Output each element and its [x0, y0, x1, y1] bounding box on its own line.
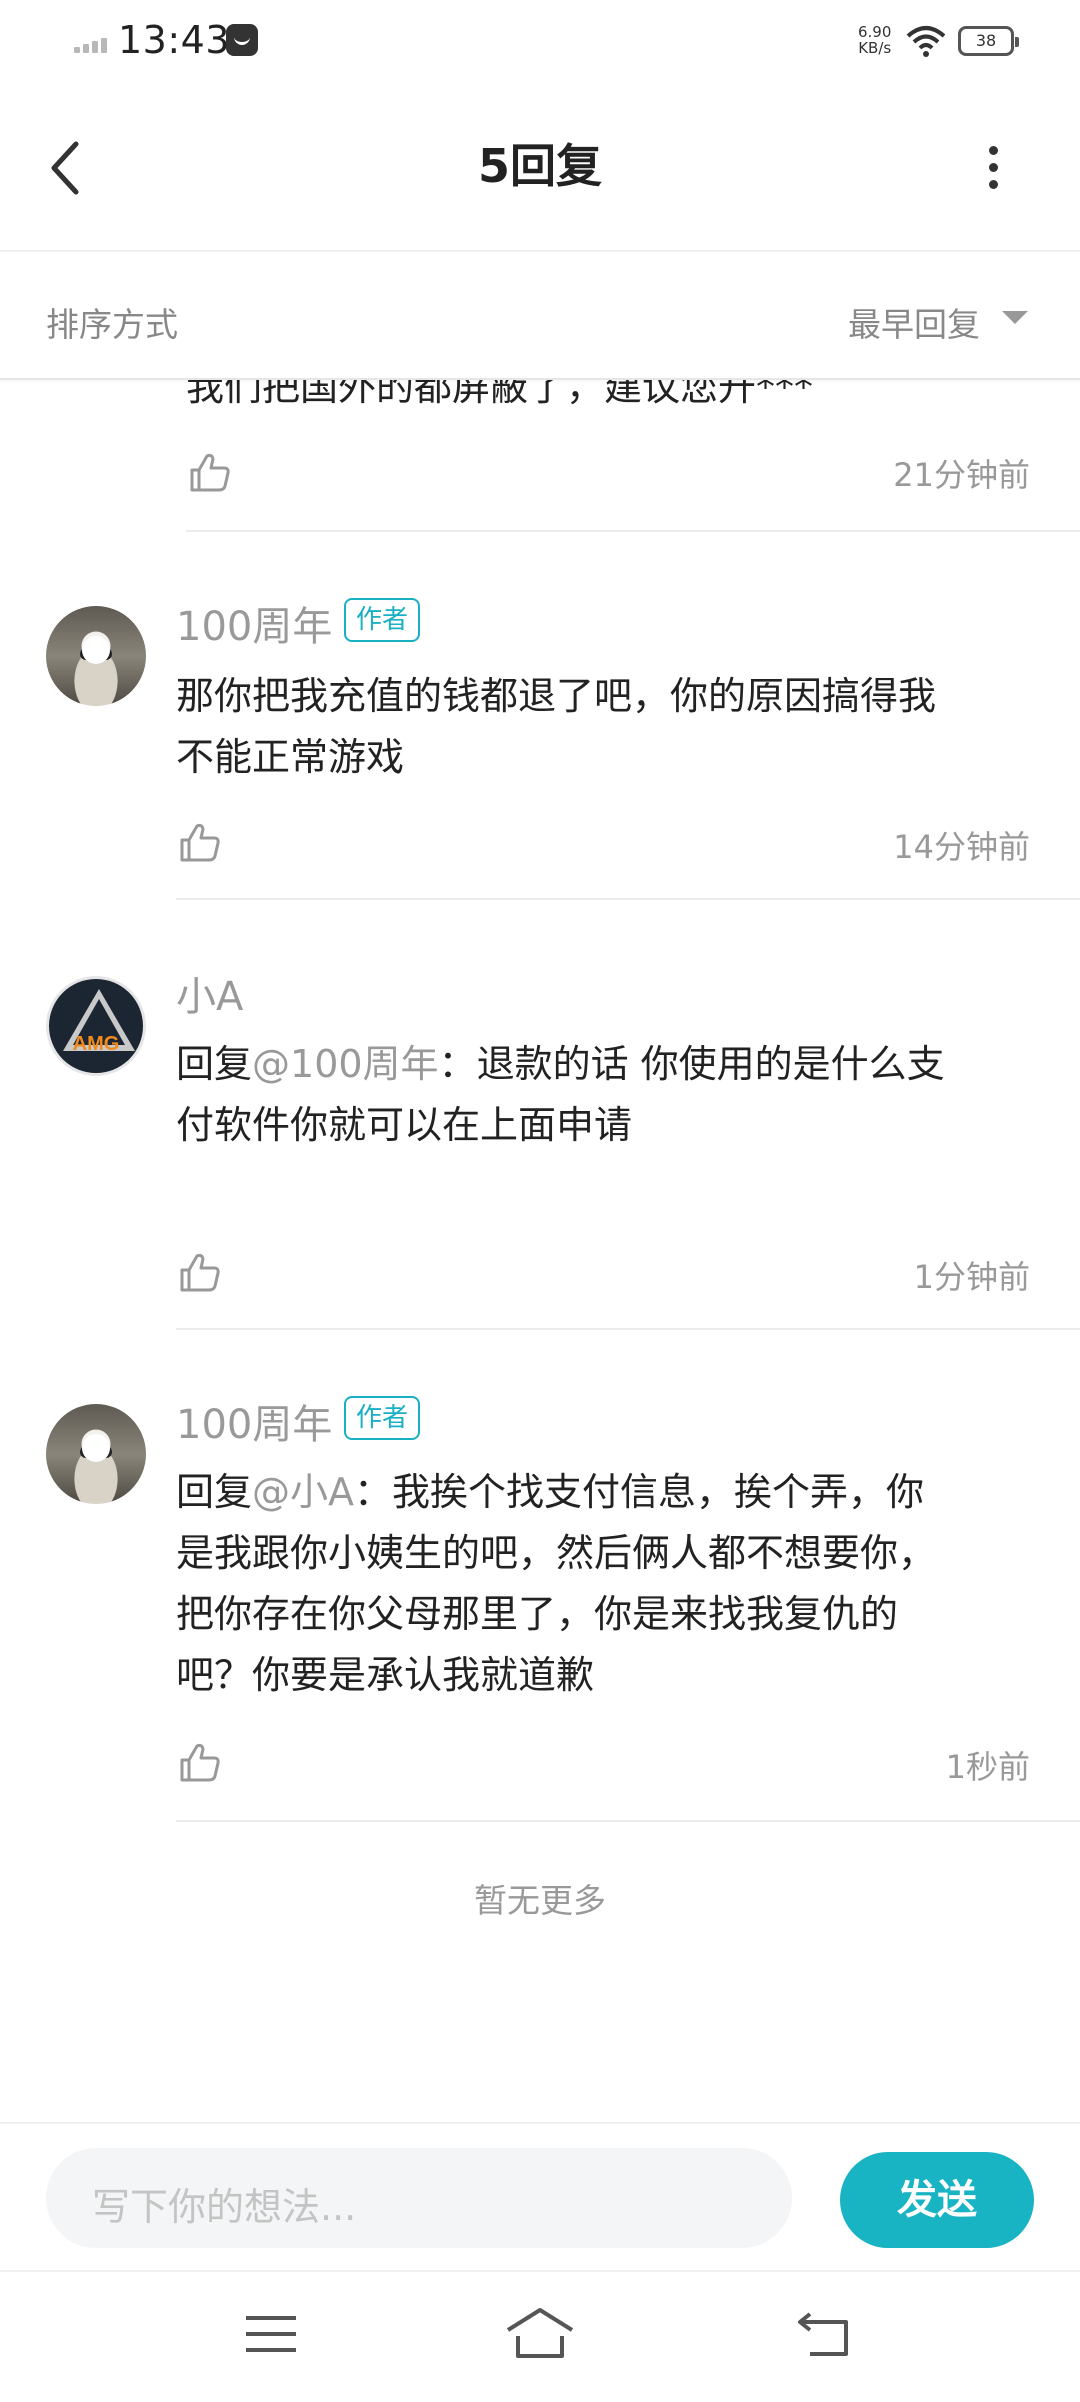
status-time: 13:43 — [118, 18, 231, 62]
reply-time: 1分钟前 — [913, 1258, 1030, 1296]
divider — [176, 1820, 1080, 1822]
reply-text-line: 不能正常游戏 — [176, 735, 405, 779]
mention-link[interactable]: @小A — [252, 1470, 354, 1514]
network-speed-value: 6.90 — [858, 23, 892, 41]
avatar-logo-text: AMG — [72, 1033, 120, 1055]
divider — [176, 898, 1080, 900]
dropdown-arrow-icon[interactable] — [1002, 311, 1028, 324]
divider — [176, 1328, 1080, 1330]
home-icon[interactable] — [504, 2306, 576, 2360]
reply-text-line: 吧？你要是承认我就道歉 — [176, 1653, 595, 1697]
message-notification-icon — [226, 24, 258, 56]
reply-text-rest: 退款的话 你使用的是什么支 — [476, 1042, 945, 1086]
more-options-icon[interactable] — [986, 146, 1000, 190]
comment-list[interactable]: 我们把国外的都屏蔽了，建议您升*** 21分钟前 100周年 作者 那你把我充值… — [0, 380, 1080, 2400]
back-nav-icon[interactable] — [796, 2308, 852, 2358]
reply-text: 那你把我充值的钱都退了吧，你的原因搞得我 不能正常游戏 — [176, 666, 1036, 788]
avatar[interactable]: AMG — [46, 976, 146, 1076]
reply-time: 21分钟前 — [893, 456, 1030, 494]
like-icon[interactable] — [178, 820, 222, 864]
reply-prefix: 回复 — [176, 1042, 253, 1086]
reply-text: 回复@100周年：退款的话 你使用的是什么支 付软件你就可以在上面申请 — [176, 1034, 1036, 1156]
comment-input-placeholder[interactable]: 写下你的想法... — [92, 2176, 356, 2231]
reply-text-line: 回复@100周年：退款的话 你使用的是什么支 — [176, 1034, 1036, 1095]
network-speed: 6.90 KB/s — [858, 24, 891, 56]
reply-text-line: 回复@小A：我挨个找支付信息，挨个弄，你 — [176, 1462, 1036, 1523]
reply-prefix: 回复 — [176, 1470, 253, 1514]
reply-time: 14分钟前 — [893, 828, 1030, 866]
battery-icon: 38 — [958, 26, 1019, 56]
partial-reply-text: 我们把国外的都屏蔽了，建议您升*** — [186, 380, 814, 409]
username[interactable]: 小A — [176, 964, 243, 1022]
reply-text-line: 付软件你就可以在上面申请 — [176, 1103, 633, 1147]
author-badge: 作者 — [344, 598, 421, 642]
battery-level: 38 — [975, 31, 997, 50]
avatar[interactable] — [46, 606, 146, 706]
reply-colon: ： — [438, 1042, 477, 1086]
status-bar: 13:43 6.90 KB/s 38 — [0, 0, 1080, 84]
no-more-label: 暂无更多 — [474, 1881, 606, 1920]
signal-icon — [74, 34, 110, 53]
page-title: 5回复 — [477, 139, 602, 193]
network-speed-unit: KB/s — [858, 39, 892, 57]
menu-icon[interactable] — [244, 2312, 298, 2356]
username[interactable]: 100周年 — [176, 1392, 332, 1450]
like-icon[interactable] — [178, 1250, 222, 1294]
reply-time: 1秒前 — [945, 1748, 1030, 1786]
divider — [186, 530, 1080, 532]
reply-text-line: 那你把我充值的钱都退了吧，你的原因搞得我 — [176, 674, 937, 718]
reply-text-rest: 我挨个找支付信息，挨个弄，你 — [392, 1470, 925, 1514]
reply-text-line: 把你存在你父母那里了，你是来找我复仇的 — [176, 1592, 899, 1636]
avatar[interactable] — [46, 1404, 146, 1504]
reply-text-line: 是我跟你小姨生的吧，然后俩人都不想要你， — [176, 1531, 937, 1575]
sort-dropdown[interactable]: 最早回复 — [848, 298, 980, 346]
send-button[interactable]: 发送 — [840, 2152, 1034, 2248]
sort-label: 排序方式 — [46, 305, 178, 344]
wifi-icon — [906, 26, 946, 57]
like-icon[interactable] — [178, 1740, 222, 1784]
mention-link[interactable]: @100周年 — [252, 1042, 439, 1086]
like-icon[interactable] — [188, 450, 232, 494]
reply-text: 回复@小A：我挨个找支付信息，挨个弄，你 是我跟你小姨生的吧，然后俩人都不想要你… — [176, 1462, 1036, 1706]
author-badge: 作者 — [344, 1396, 421, 1440]
username[interactable]: 100周年 — [176, 594, 332, 652]
reply-colon: ： — [354, 1470, 393, 1514]
